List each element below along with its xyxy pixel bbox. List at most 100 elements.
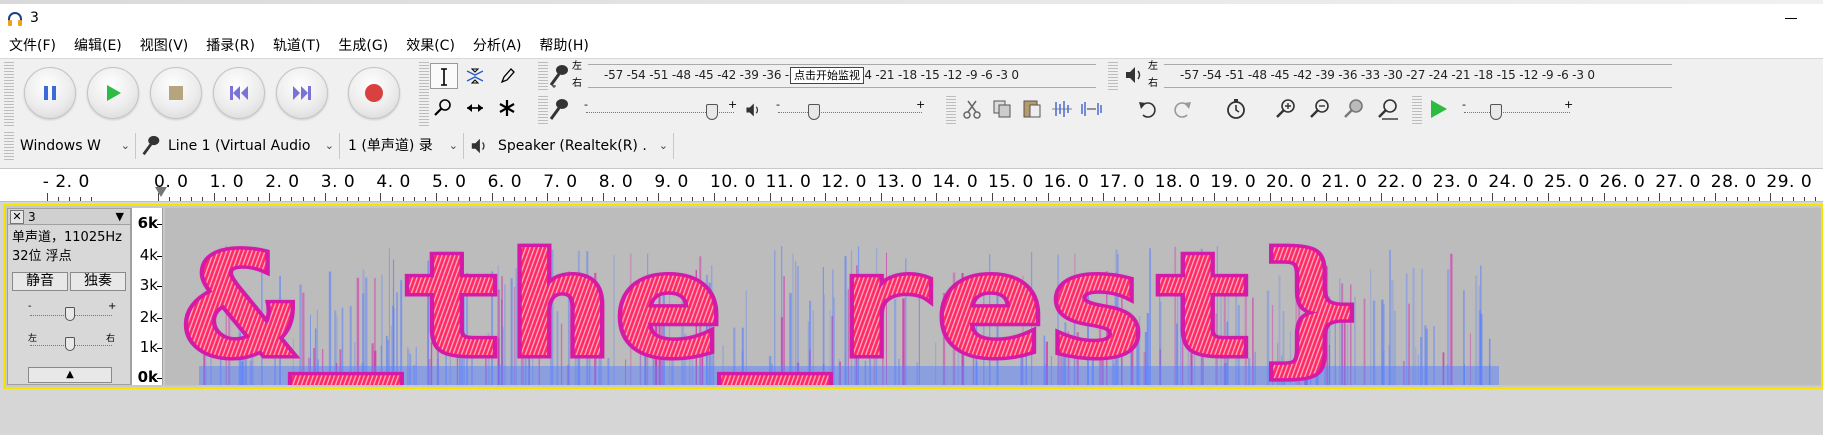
- mixer-toolbar-grip[interactable]: [538, 96, 548, 126]
- transport-toolbar-grip[interactable]: [4, 62, 14, 126]
- play-at-speed-grip[interactable]: [1412, 96, 1422, 126]
- solo-button[interactable]: 独奏: [70, 272, 126, 291]
- ruler-label: 15. 0: [988, 172, 1034, 192]
- envelope-icon: [466, 68, 484, 84]
- menu-tracks[interactable]: 轨道(T): [264, 34, 329, 58]
- track-menu-arrow-icon[interactable]: ▼: [116, 209, 124, 225]
- pause-button[interactable]: [24, 67, 76, 119]
- close-track-icon[interactable]: ✕: [10, 210, 24, 224]
- frequency-tick: [157, 224, 162, 225]
- ruler-minor-tick: [791, 197, 793, 201]
- ruler-minor-tick: [1003, 197, 1005, 201]
- ruler-minor-tick: [1470, 197, 1472, 201]
- undo-button[interactable]: [1134, 96, 1162, 122]
- play-at-speed-button[interactable]: [1424, 96, 1452, 122]
- menu-generate[interactable]: 生成(G): [329, 34, 397, 58]
- track-panel: ✕ 3 ▼ 单声道，11025Hz 32位 浮点 静音 独奏 - + 左 右 ▲…: [0, 202, 1823, 435]
- spectrogram[interactable]: &_the_rest} &_the_rest} &_the_rest}: [165, 208, 1821, 385]
- pan-slider[interactable]: [65, 337, 75, 351]
- ruler-minor-tick: [1803, 197, 1805, 201]
- menu-record[interactable]: 播录(R): [197, 34, 264, 58]
- ruler-minor-tick: [258, 197, 260, 201]
- ruler-minor-tick: [1459, 197, 1461, 201]
- menu-help[interactable]: 帮助(H): [530, 34, 597, 58]
- playback-volume-slider[interactable]: [808, 104, 820, 120]
- ruler-tick: [1492, 193, 1494, 201]
- skip-to-start-button[interactable]: [213, 67, 265, 119]
- play-at-speed-slider[interactable]: [1489, 104, 1502, 120]
- menu-analyze[interactable]: 分析(A): [464, 34, 531, 58]
- playback-meter-scale: -57 -54 -51 -48 -45 -42 -39 -36 -33 -30 …: [1180, 68, 1595, 82]
- timeline-ruler[interactable]: - 2. 0 0. 0 1. 0 2. 0 3. 0 4. 0 5. 0 6. 0 7. 0 8.…: [0, 168, 1823, 202]
- gain-plus-label: +: [108, 301, 117, 312]
- recording-device-select[interactable]: Line 1 (Virtual Audio ⌄: [164, 133, 340, 159]
- audio-host-value: Windows W: [20, 138, 101, 154]
- gain-slider[interactable]: [65, 307, 75, 321]
- ruler-minor-tick: [869, 197, 871, 201]
- frequency-label: 2k: [139, 308, 158, 326]
- rec-slider-plus: +: [728, 98, 738, 111]
- selection-tool[interactable]: [430, 63, 458, 89]
- pencil-icon: [500, 68, 515, 84]
- zoom-in-button[interactable]: [1272, 96, 1300, 122]
- zoom-out-button[interactable]: [1306, 96, 1334, 122]
- time-shift-tool[interactable]: [462, 95, 490, 121]
- audio-host-select[interactable]: Windows W ⌄: [16, 133, 136, 159]
- playback-volume-track[interactable]: [778, 112, 922, 113]
- record-button[interactable]: [348, 67, 400, 119]
- ruler-minor-tick: [1748, 197, 1750, 201]
- track-name-bar[interactable]: ✕ 3 ▼: [8, 209, 130, 225]
- menu-edit[interactable]: 编辑(E): [65, 34, 131, 58]
- rec-slider-minus: -: [584, 98, 588, 111]
- multi-tool[interactable]: [494, 95, 522, 121]
- ruler-minor-tick: [914, 197, 916, 201]
- playback-meter-grip[interactable]: [1108, 62, 1118, 92]
- ruler-minor-tick: [413, 197, 415, 201]
- draw-tool[interactable]: [494, 63, 522, 89]
- ruler-minor-tick: [569, 197, 571, 201]
- sync-lock-button[interactable]: [1222, 96, 1250, 122]
- channels-value: 1 (单声道) 录: [348, 138, 433, 154]
- stop-button[interactable]: [150, 67, 202, 119]
- copy-button[interactable]: [988, 96, 1016, 122]
- tools-toolbar-grip[interactable]: [419, 62, 429, 126]
- record-meter-grip[interactable]: [538, 62, 548, 92]
- trim-audio-button[interactable]: [1048, 96, 1076, 122]
- minimize-button[interactable]: [1775, 8, 1805, 28]
- ruler-minor-tick: [191, 197, 193, 201]
- channels-select[interactable]: 1 (单声道) 录 ⌄: [344, 133, 464, 159]
- zoom-tool[interactable]: [430, 95, 458, 121]
- ruler-minor-tick: [758, 197, 760, 201]
- envelope-tool[interactable]: [462, 63, 490, 89]
- menu-effect[interactable]: 效果(C): [397, 34, 464, 58]
- ruler-minor-tick: [1058, 197, 1060, 201]
- edit-toolbar-grip[interactable]: [946, 96, 956, 126]
- playback-device-select[interactable]: Speaker (Realtek(R) . ⌄: [494, 133, 674, 159]
- fit-selection-button[interactable]: [1340, 96, 1368, 122]
- fit-project-button[interactable]: [1374, 96, 1402, 122]
- device-toolbar-grip[interactable]: [4, 132, 14, 162]
- ruler-minor-tick: [903, 197, 905, 201]
- recording-volume-slider[interactable]: [705, 104, 718, 120]
- redo-button[interactable]: [1168, 96, 1196, 122]
- ruler-tick: [491, 193, 493, 201]
- play-at-speed-track[interactable]: [1464, 112, 1570, 113]
- ruler-minor-tick: [1225, 197, 1227, 201]
- collapse-track-button[interactable]: ▲: [28, 367, 112, 383]
- clipboard-icon: [1023, 100, 1041, 118]
- play-position-marker[interactable]: [155, 187, 167, 197]
- speed-slider-minus: -: [1462, 98, 1466, 111]
- ruler-tick: [1770, 193, 1772, 201]
- menu-file[interactable]: 文件(F): [0, 34, 65, 58]
- mute-button[interactable]: 静音: [12, 272, 68, 291]
- paste-button[interactable]: [1018, 96, 1046, 122]
- trim-outside-button[interactable]: [958, 96, 986, 122]
- audio-track[interactable]: ✕ 3 ▼ 单声道，11025Hz 32位 浮点 静音 独奏 - + 左 右 ▲…: [3, 204, 1823, 389]
- playback-meter-left-label: 左: [1148, 61, 1158, 72]
- skip-to-end-button[interactable]: [276, 67, 328, 119]
- play-button[interactable]: [87, 67, 139, 119]
- ruler-tick: [658, 193, 660, 201]
- silence-audio-button[interactable]: [1078, 96, 1106, 122]
- menu-view[interactable]: 视图(V): [131, 34, 198, 58]
- ruler-tick: [1158, 193, 1160, 201]
